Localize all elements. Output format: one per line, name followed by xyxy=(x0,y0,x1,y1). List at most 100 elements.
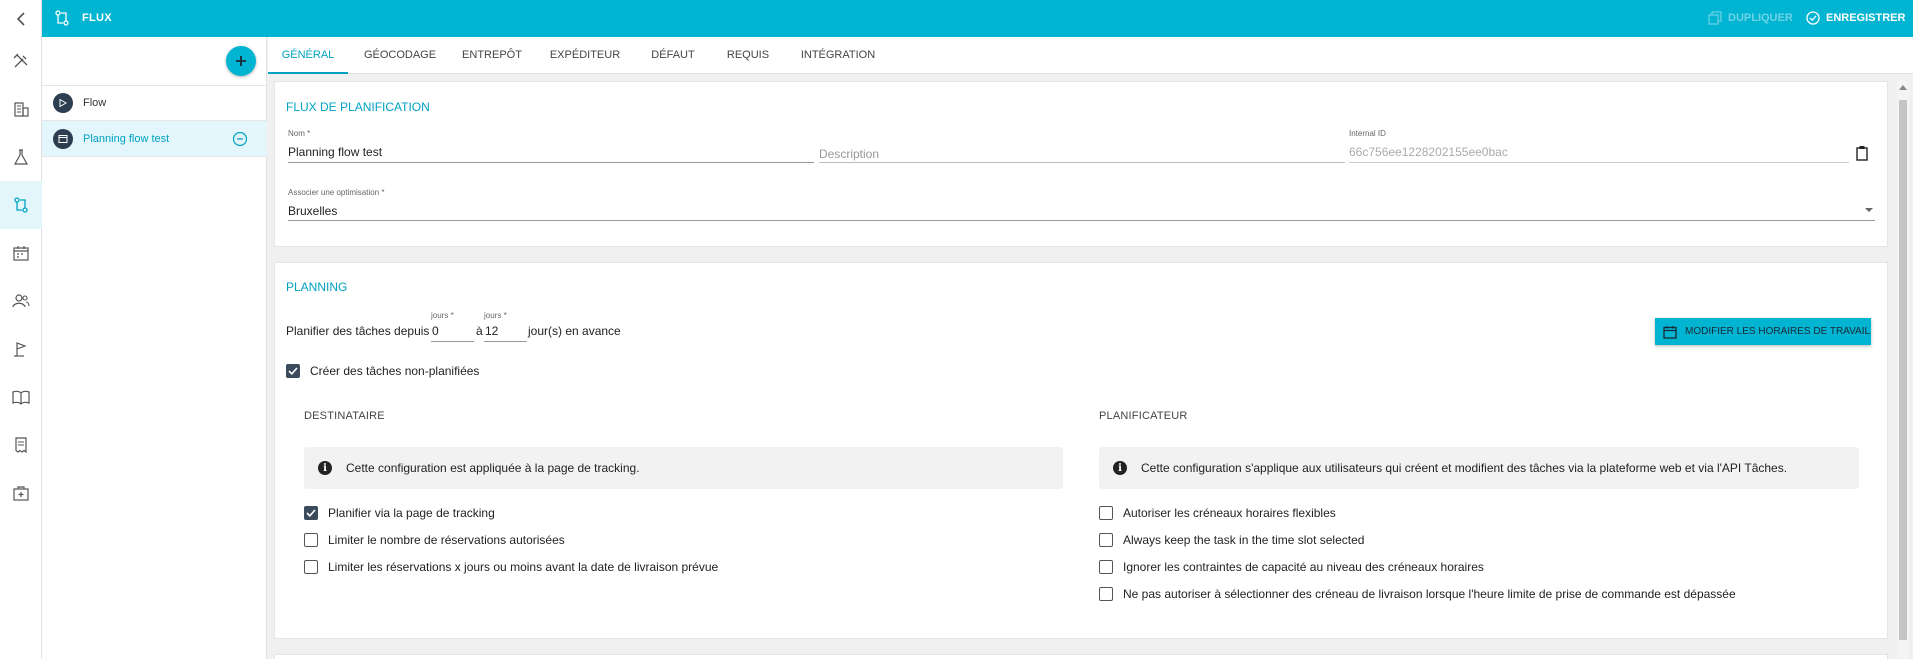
remove-circle-icon[interactable] xyxy=(232,131,248,147)
dropdown-arrow-icon[interactable] xyxy=(1865,208,1873,213)
book-icon xyxy=(12,390,30,405)
add-flow-button[interactable] xyxy=(226,46,256,76)
play-icon xyxy=(53,93,73,113)
scroll-thumb[interactable] xyxy=(1899,100,1907,640)
tab-general[interactable]: GÉNÉRAL xyxy=(268,37,348,74)
recipient-option[interactable]: Planifier via la page de tracking xyxy=(304,506,495,520)
recipient-info-text: Cette configuration est appliquée à la p… xyxy=(346,461,640,475)
save-label: ENREGISTRER xyxy=(1826,12,1906,24)
window-icon xyxy=(53,128,73,149)
flow-icon xyxy=(55,10,69,26)
checkbox-unchecked[interactable] xyxy=(1099,560,1113,574)
planner-option[interactable]: Always keep the task in the time slot se… xyxy=(1099,533,1364,547)
checkbox-unchecked[interactable] xyxy=(304,533,318,547)
rail-building[interactable] xyxy=(0,85,42,133)
info-icon: i xyxy=(318,461,332,475)
recipient-option[interactable]: Limiter le nombre de réservations autori… xyxy=(304,533,565,547)
recipient-option-label: Planifier via la page de tracking xyxy=(328,506,495,520)
description-underline xyxy=(819,162,1345,163)
tab-expediteur[interactable]: EXPÉDITEUR xyxy=(540,37,630,74)
checkbox-checked[interactable] xyxy=(304,506,318,520)
flow-icon xyxy=(14,197,28,213)
optim-label: Associer une optimisation * xyxy=(288,188,385,197)
back-button[interactable] xyxy=(0,0,42,37)
planner-option[interactable]: Autoriser les créneaux horaires flexible… xyxy=(1099,506,1336,520)
name-underline xyxy=(288,162,814,163)
tab-entrepot[interactable]: ENTREPÔT xyxy=(452,37,532,74)
flow-item-label: Flow xyxy=(83,97,107,109)
tab-requis[interactable]: REQUIS xyxy=(716,37,780,74)
scrollbar[interactable] xyxy=(1897,80,1909,659)
recipient-option[interactable]: Limiter les réservations x jours ou moin… xyxy=(304,560,718,574)
plus-icon xyxy=(236,56,246,66)
info-icon: i xyxy=(1113,461,1127,475)
recipient-info-box: i Cette configuration est appliquée à la… xyxy=(304,447,1063,489)
checkbox-unchecked[interactable] xyxy=(1099,506,1113,520)
rail-calendar[interactable] xyxy=(0,229,42,277)
section-title: FLUX DE PLANIFICATION xyxy=(286,100,430,114)
name-label: Nom * xyxy=(288,129,311,138)
days-from-input[interactable]: 0 xyxy=(432,324,439,338)
duplicate-button[interactable]: DUPLIQUER xyxy=(1708,11,1793,25)
name-field[interactable]: Planning flow test xyxy=(288,145,382,159)
planner-title: PLANIFICATEUR xyxy=(1099,410,1188,422)
edit-work-hours-button[interactable]: MODIFIER LES HORAIRES DE TRAVAIL xyxy=(1655,318,1871,345)
recipient-title: DESTINATAIRE xyxy=(304,410,385,422)
create-unplanned-checkbox[interactable]: Créer des tâches non-planifiées xyxy=(286,364,479,378)
plan-suffix-text: jour(s) en avance xyxy=(528,324,621,338)
days-to-input[interactable]: 12 xyxy=(485,324,498,338)
rail-receipt[interactable] xyxy=(0,421,42,469)
calendar-icon xyxy=(13,246,29,261)
planner-option-label: Ne pas autoriser à sélectionner des crén… xyxy=(1123,587,1736,601)
scroll-up-icon[interactable] xyxy=(1899,84,1907,90)
days-label-to: jours * xyxy=(484,311,507,320)
days-label-from: jours * xyxy=(431,311,454,320)
clipboard-icon[interactable] xyxy=(1855,145,1869,161)
plan-prefix-text: Planifier des tâches depuis xyxy=(286,324,430,338)
checkbox-checked[interactable] xyxy=(286,364,300,378)
to-text: à xyxy=(476,324,483,338)
rail-tools[interactable] xyxy=(0,37,42,85)
planner-option-label: Autoriser les créneaux horaires flexible… xyxy=(1123,506,1336,520)
checkbox-unchecked[interactable] xyxy=(304,560,318,574)
flow-item-flow[interactable]: Flow xyxy=(42,85,267,121)
optim-underline xyxy=(288,220,1875,221)
create-unplanned-label: Créer des tâches non-planifiées xyxy=(310,364,480,378)
recipient-option-label: Limiter les réservations x jours ou moin… xyxy=(328,560,719,574)
duplicate-label: DUPLIQUER xyxy=(1728,12,1793,24)
planner-info-box: i Cette configuration s'applique aux uti… xyxy=(1099,447,1859,489)
edit-work-hours-label: MODIFIER LES HORAIRES DE TRAVAIL xyxy=(1685,326,1871,337)
tab-geocodage[interactable]: GÉOCODAGE xyxy=(360,37,440,74)
save-button[interactable]: ENREGISTRER xyxy=(1806,11,1905,25)
calendar-icon xyxy=(1663,325,1677,339)
users-icon xyxy=(12,294,30,308)
tab-integration[interactable]: INTÉGRATION xyxy=(788,37,888,74)
flux-card: FLUX DE PLANIFICATION Nom * Planning flo… xyxy=(274,81,1888,247)
description-field[interactable]: Description xyxy=(819,147,879,161)
rail-lab[interactable] xyxy=(0,133,42,181)
rail-book[interactable] xyxy=(0,373,42,421)
rail-flag[interactable] xyxy=(0,325,42,373)
days-to-underline xyxy=(484,341,527,342)
flow-item-planning-flow-test[interactable]: Planning flow test xyxy=(42,121,267,157)
page-title: FLUX xyxy=(82,12,112,24)
recipient-option-label: Limiter le nombre de réservations autori… xyxy=(328,533,565,547)
building-icon xyxy=(14,102,29,117)
tab-defaut[interactable]: DÉFAUT xyxy=(638,37,708,74)
tools-icon xyxy=(13,53,28,68)
checkbox-unchecked[interactable] xyxy=(1099,587,1113,601)
rail-users[interactable] xyxy=(0,277,42,325)
top-bar: FLUX DUPLIQUER ENREGISTRER xyxy=(0,0,1913,37)
planner-option[interactable]: Ignorer les contraintes de capacité au n… xyxy=(1099,560,1484,574)
planner-info-text: Cette configuration s'applique aux utili… xyxy=(1141,461,1788,475)
rail-medical[interactable] xyxy=(0,469,42,517)
planner-option[interactable]: Ne pas autoriser à sélectionner des crén… xyxy=(1099,587,1736,601)
next-card xyxy=(274,654,1888,659)
receipt-icon xyxy=(15,437,27,454)
rail-flows[interactable] xyxy=(0,181,42,229)
checkbox-unchecked[interactable] xyxy=(1099,533,1113,547)
days-from-underline xyxy=(431,341,474,342)
planner-option-label: Ignorer les contraintes de capacité au n… xyxy=(1123,560,1484,574)
optim-select[interactable]: Bruxelles xyxy=(288,204,337,218)
copy-icon xyxy=(1708,11,1722,25)
